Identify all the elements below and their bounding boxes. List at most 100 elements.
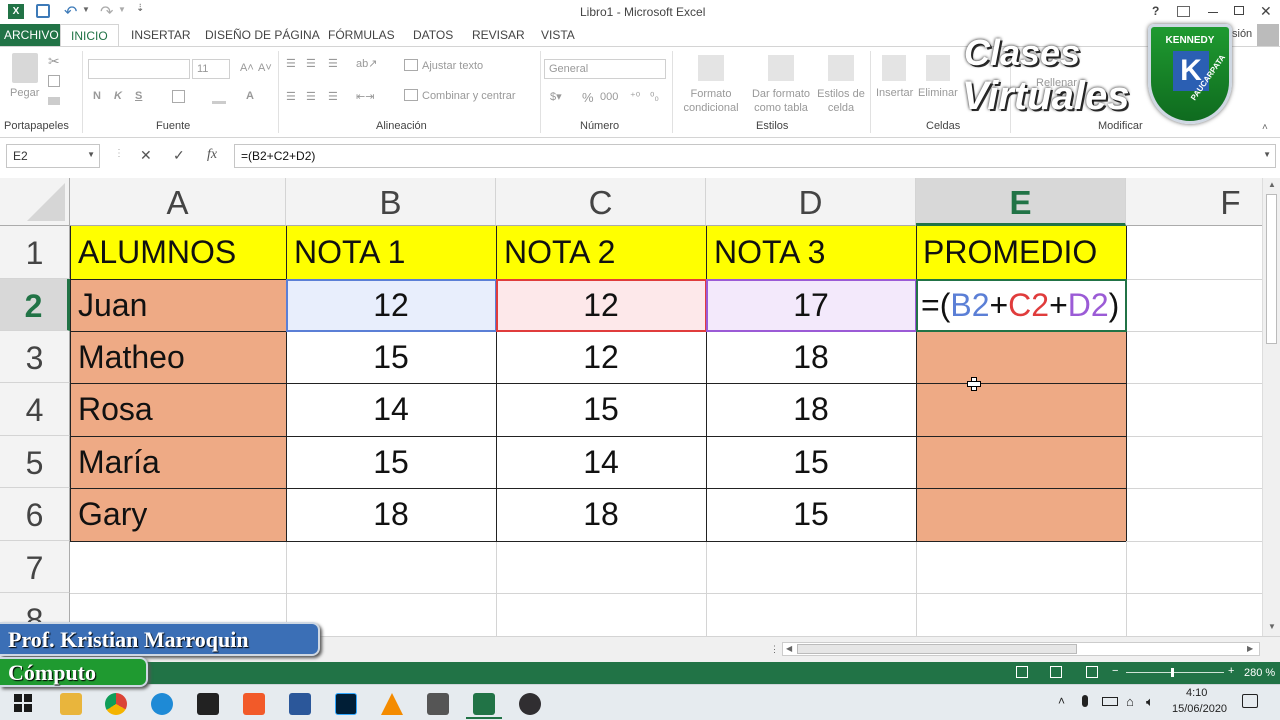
file-explorer-icon[interactable] [60,693,82,715]
scroll-left-icon[interactable]: ◀ [786,644,792,653]
page-layout-icon[interactable] [1050,666,1062,678]
delete-cells-icon[interactable] [926,55,950,81]
restore-icon[interactable] [1234,6,1244,15]
account-name[interactable]: sión [1232,28,1252,40]
cell-nota-1[interactable]: 12 [286,287,496,324]
scroll-up-icon[interactable]: ▲ [1268,180,1276,189]
align-right-icon[interactable]: ☰ [328,90,338,103]
horizontal-scrollbar[interactable]: ◀ ▶ [782,642,1260,656]
undo-icon[interactable]: ↶ [64,2,77,22]
chrome-icon[interactable] [105,693,127,715]
format-painter-icon[interactable] [48,97,60,105]
undo-dropdown-icon[interactable]: ▼ [82,5,90,14]
insert-cells-icon[interactable] [882,55,906,81]
tab-insertar[interactable]: INSERTAR [131,24,191,46]
zoom-in-icon[interactable]: + [1228,665,1234,677]
redo-icon[interactable]: ↷ [100,2,113,22]
name-box[interactable]: E2 ▼ [6,144,100,168]
fill-color-icon[interactable] [212,90,226,104]
header-nota-2[interactable]: NOTA 2 [504,234,615,271]
terminal-icon[interactable] [197,693,219,715]
tab-diseno[interactable]: DISEÑO DE PÁGINA [205,24,320,46]
tab-revisar[interactable]: REVISAR [472,24,525,46]
merge-center-icon[interactable] [404,89,418,101]
cell-name[interactable]: Juan [78,287,147,324]
copy-icon[interactable] [48,75,60,87]
column-header-e[interactable]: E [916,178,1126,226]
cell-e2-formula[interactable]: =(B2+C2+D2) [921,287,1119,324]
cell-nota-2[interactable]: 15 [496,391,706,428]
tray-chevron-icon[interactable]: ˄ [1058,694,1065,708]
close-icon[interactable]: ✕ [1260,3,1272,20]
cell-name[interactable]: Gary [78,496,147,533]
horizontal-scroll-thumb[interactable] [797,644,1077,654]
borders-icon[interactable] [172,90,185,103]
thousands-button[interactable]: 000 [600,91,618,103]
formula-input[interactable]: =(B2+C2+D2) ▼ [234,144,1276,168]
column-header-c[interactable]: C [496,178,706,226]
orientation-icon[interactable]: ab↗ [356,57,377,70]
cell-nota-3[interactable]: 15 [706,444,916,481]
obs-icon[interactable] [519,693,541,715]
tab-datos[interactable]: DATOS [413,24,453,46]
paste-button[interactable]: Pegar [10,87,39,99]
row-header-5[interactable]: 5 [0,436,70,488]
cell-name[interactable]: Rosa [78,391,153,428]
row-header-1[interactable]: 1 [0,226,70,279]
cell-nota-2[interactable]: 18 [496,496,706,533]
italic-button[interactable]: K [114,90,122,102]
row-header-6[interactable]: 6 [0,488,70,541]
header-alumnos[interactable]: ALUMNOS [78,234,236,271]
indent-icon[interactable]: ⇤⇥ [356,90,374,103]
avatar[interactable] [1257,24,1279,46]
windows-start-icon[interactable] [14,694,32,712]
chevron-down-icon[interactable]: ▼ [87,150,95,159]
cancel-icon[interactable]: ✕ [140,147,152,164]
header-nota-1[interactable]: NOTA 1 [294,234,405,271]
insert-function-icon[interactable]: fx [207,147,217,163]
tab-inicio[interactable]: INICIO [60,24,119,46]
paste-icon[interactable] [12,53,38,83]
zoom-level[interactable]: 280 % [1244,667,1275,679]
currency-icon[interactable]: $▾ [550,90,562,103]
shrink-font-icon[interactable]: A˅ [258,62,272,74]
select-all-button[interactable] [0,178,70,226]
column-header-b[interactable]: B [286,178,496,226]
conditional-format-button[interactable]: Formato condicional [678,87,744,115]
vlc-icon[interactable] [381,693,403,715]
cell-nota-2[interactable]: 12 [496,339,706,376]
column-header-d[interactable]: D [706,178,916,226]
delete-cells-button[interactable]: Eliminar [918,87,958,99]
row-header-4[interactable]: 4 [0,383,70,436]
zoom-out-icon[interactable]: − [1112,665,1118,677]
battery-icon[interactable] [1102,697,1118,706]
network-icon[interactable]: ⌂ [1126,694,1134,709]
collapse-ribbon-icon[interactable]: ˄ [1262,122,1268,133]
cell-nota-1[interactable]: 14 [286,391,496,428]
insert-cells-button[interactable]: Insertar [876,87,913,99]
row-header-2[interactable]: 2 [0,279,70,331]
cell-name[interactable]: María [78,444,160,481]
align-bottom-icon[interactable]: ☰ [328,57,338,70]
row-header-3[interactable]: 3 [0,331,70,383]
zoom-slider-thumb[interactable] [1171,668,1174,677]
scroll-down-icon[interactable]: ▼ [1268,622,1276,631]
page-break-icon[interactable] [1086,666,1098,678]
customize-qat-icon[interactable]: ⇣ [136,3,144,14]
word-icon[interactable] [289,693,311,715]
zoom-slider[interactable] [1126,668,1224,677]
brave-icon[interactable] [243,693,265,715]
align-middle-icon[interactable]: ☰ [306,57,316,70]
cut-icon[interactable]: ✂ [48,53,60,70]
decrease-decimal-icon[interactable]: ⁰₀ [650,90,659,103]
merge-center-button[interactable]: Combinar y centrar [422,90,516,102]
tab-archivo[interactable]: ARCHIVO [0,24,63,46]
conditional-format-icon[interactable] [698,55,724,81]
cell-nota-2[interactable]: 12 [496,287,706,324]
clock-date[interactable]: 15/06/2020 [1172,703,1227,715]
cell-nota-1[interactable]: 15 [286,444,496,481]
enter-icon[interactable]: ✓ [173,147,185,164]
font-size-field[interactable]: 11 [192,59,230,79]
clock-time[interactable]: 4:10 [1186,687,1207,699]
number-format-select[interactable]: General [544,59,666,79]
